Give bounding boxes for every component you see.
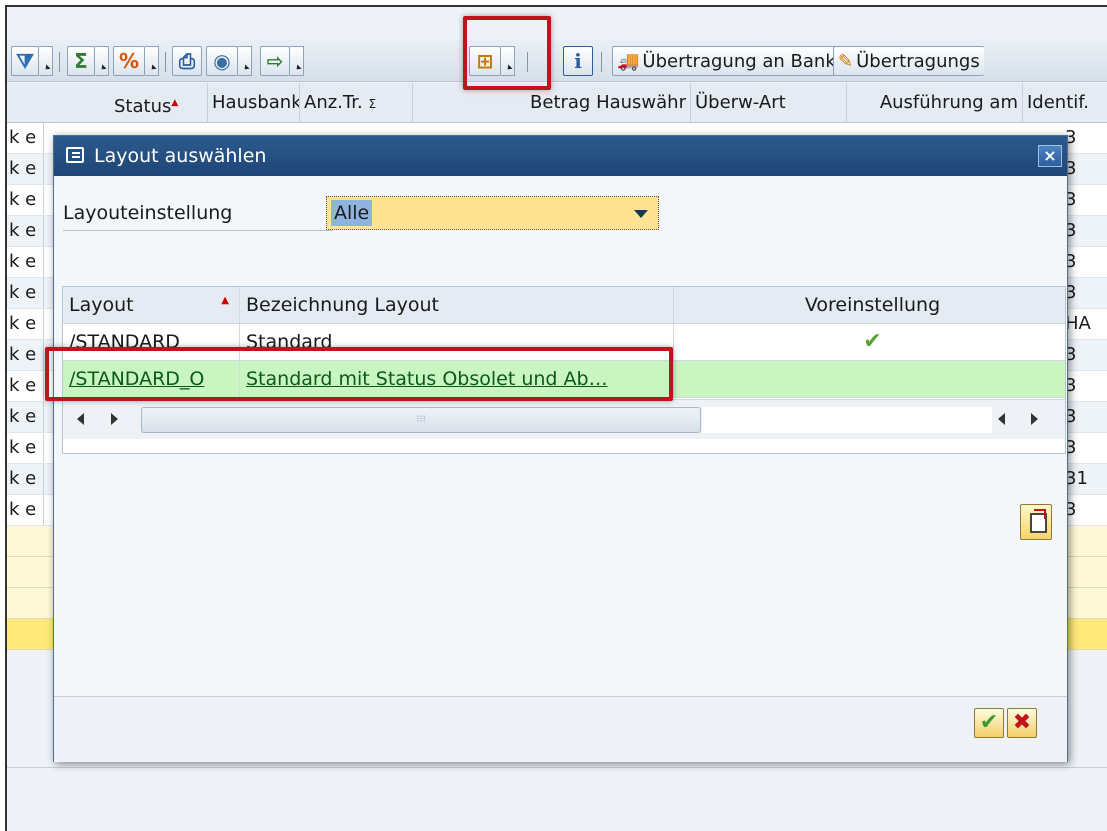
horizontal-scrollbar[interactable]: ⁝⁝⁝ xyxy=(63,399,1065,439)
layout-dropdown-icon[interactable] xyxy=(501,46,515,76)
alv-toolbar: ⧩ Σ % ⎙ ◉ ⇨ ⊞ i 🚚 Übertragung an Bank ✎ … xyxy=(7,40,1107,82)
column-header-description[interactable]: Bezeichnung Layout xyxy=(240,287,674,323)
transfer-bank-button[interactable]: 🚚 Übertragung an Bank xyxy=(612,46,841,76)
column-header-default[interactable]: Voreinstellung xyxy=(674,287,1065,323)
description-cell: Standard xyxy=(240,324,674,360)
column-header-anz-tr[interactable]: Anz.Tr. Σ xyxy=(300,83,413,123)
transfer-label: Übertragungs xyxy=(856,50,980,72)
column-header-layout[interactable]: Layout ▲ xyxy=(63,287,240,323)
print-icon[interactable]: ⎙ xyxy=(172,46,202,76)
layout-row-standard[interactable]: /STANDARD Standard ✔ xyxy=(63,324,1065,361)
row-cell-left: k e xyxy=(7,402,44,432)
layout-grid: Layout ▲ Bezeichnung Layout Voreinstellun… xyxy=(62,286,1066,454)
chevron-down-icon[interactable] xyxy=(634,210,648,218)
layout-button-group[interactable]: ⊞ xyxy=(469,46,515,76)
view-button-group[interactable]: ◉ xyxy=(206,46,252,76)
transfer-button-face[interactable]: ✎ Übertragungs xyxy=(833,46,984,76)
filter-button-group[interactable]: ⧩ xyxy=(11,46,53,76)
row-cell-left: k e xyxy=(7,216,44,246)
column-header-layout-label: Layout xyxy=(69,294,134,316)
scroll-left-icon[interactable] xyxy=(998,413,1005,425)
edit-icon: ✎ xyxy=(838,50,854,72)
truck-icon: 🚚 xyxy=(617,50,640,72)
layout-manage-icon[interactable] xyxy=(1020,504,1052,540)
row-cell-left: k e xyxy=(7,495,44,525)
export-icon[interactable]: ⇨ xyxy=(260,46,290,76)
sum-dropdown-icon[interactable] xyxy=(95,46,109,76)
row-cell-left: k e xyxy=(7,247,44,277)
sum-icon[interactable]: Σ xyxy=(67,46,95,76)
layout-cell: /STANDARD xyxy=(63,324,240,360)
export-button-group[interactable]: ⇨ xyxy=(260,46,304,76)
row-cell-left: k e xyxy=(7,371,44,401)
column-header-status[interactable]: Status▲ xyxy=(110,83,208,123)
row-cell-left: k e xyxy=(7,464,44,494)
scroll-right-icon[interactable] xyxy=(1031,413,1038,425)
layout-select-dialog: Layout auswählen × Layouteinstellung All… xyxy=(53,135,1068,762)
dialog-title: Layout auswählen xyxy=(94,145,267,167)
column-header-status-label: Status xyxy=(114,96,172,117)
filter-dropdown-icon[interactable] xyxy=(39,46,53,76)
row-cell-left: k e xyxy=(7,154,44,184)
layout-setting-dropdown[interactable]: Alle xyxy=(326,196,659,230)
row-cell-left: k e xyxy=(7,185,44,215)
grid-header-row: Layout ▲ Bezeichnung Layout Voreinstellun… xyxy=(63,287,1065,324)
scroll-right-icon[interactable] xyxy=(111,413,118,425)
toolbar-divider xyxy=(601,52,602,72)
close-icon[interactable]: × xyxy=(1038,145,1062,167)
header-spacer xyxy=(7,83,110,123)
confirm-button[interactable]: ✔ xyxy=(974,708,1004,738)
view-dropdown-icon[interactable] xyxy=(238,46,252,76)
scroll-left-icon[interactable] xyxy=(77,413,84,425)
export-dropdown-icon[interactable] xyxy=(290,46,304,76)
transfer-bank-label: Übertragung an Bank xyxy=(642,50,836,72)
subtotal-dropdown-icon[interactable] xyxy=(145,46,159,76)
layout-icon[interactable]: ⊞ xyxy=(469,46,501,76)
default-cell xyxy=(674,361,1065,397)
column-header-identif[interactable]: Identif. xyxy=(1023,83,1107,123)
row-cell-left: k e xyxy=(7,309,44,339)
row-cell-left: k e xyxy=(7,433,44,463)
layout-row-standard-o[interactable]: /STANDARD_O Standard mit Status Obsolet … xyxy=(63,361,1065,398)
scrollbar-thumb[interactable]: ⁝⁝⁝ xyxy=(141,407,701,433)
row-cell-left: k e xyxy=(7,340,44,370)
sort-ascending-icon: ▲ xyxy=(221,295,229,306)
column-header-ausfuehrung[interactable]: Ausführung am xyxy=(847,83,1023,123)
table-header: Status▲ Hausbank Anz.Tr. Σ Betrag Hauswä… xyxy=(7,83,1107,123)
transfer-button[interactable]: ✎ Übertragungs xyxy=(833,46,984,76)
app-window: ⧩ Σ % ⎙ ◉ ⇨ ⊞ i 🚚 Übertragung an Bank ✎ … xyxy=(5,5,1107,831)
toolbar-divider xyxy=(165,52,166,72)
column-header-betrag[interactable]: Betrag Hauswähr xyxy=(413,83,691,123)
scrollbar-track[interactable] xyxy=(702,407,992,433)
column-header-ueberw-art[interactable]: Überw-Art xyxy=(691,83,847,123)
sort-ascending-icon: ▲ xyxy=(171,98,179,108)
filter-icon[interactable]: ⧩ xyxy=(11,46,39,76)
info-icon[interactable]: i xyxy=(563,46,593,76)
print-button-group[interactable]: ⎙ xyxy=(172,46,202,76)
view-icon[interactable]: ◉ xyxy=(206,46,238,76)
row-cell-left: k e xyxy=(7,123,44,153)
transfer-bank-button-face[interactable]: 🚚 Übertragung an Bank xyxy=(612,46,841,76)
column-header-hausbank[interactable]: Hausbank xyxy=(208,83,300,123)
subtotal-icon[interactable]: % xyxy=(113,46,145,76)
layout-setting-value: Alle xyxy=(331,200,373,226)
toolbar-divider xyxy=(527,52,528,72)
column-header-anz-tr-label: Anz.Tr. xyxy=(304,92,363,113)
checkmark-icon: ✔ xyxy=(863,329,882,354)
sum-marker-icon: Σ xyxy=(368,97,377,111)
dialog-footer xyxy=(54,696,1067,762)
dialog-window-icon xyxy=(66,147,84,163)
dialog-titlebar: Layout auswählen × xyxy=(54,136,1067,176)
subtotal-button-group[interactable]: % xyxy=(113,46,159,76)
description-cell-link[interactable]: Standard mit Status Obsolet und Ab… xyxy=(240,361,674,397)
row-cell-left: k e xyxy=(7,278,44,308)
layout-cell-link[interactable]: /STANDARD_O xyxy=(63,361,240,397)
info-button-group[interactable]: i xyxy=(563,46,593,76)
layout-setting-label: Layouteinstellung xyxy=(63,202,333,231)
sum-button-group[interactable]: Σ xyxy=(67,46,109,76)
status-area xyxy=(7,767,1107,831)
cancel-button[interactable]: ✖ xyxy=(1007,708,1037,738)
toolbar-divider xyxy=(59,52,60,72)
